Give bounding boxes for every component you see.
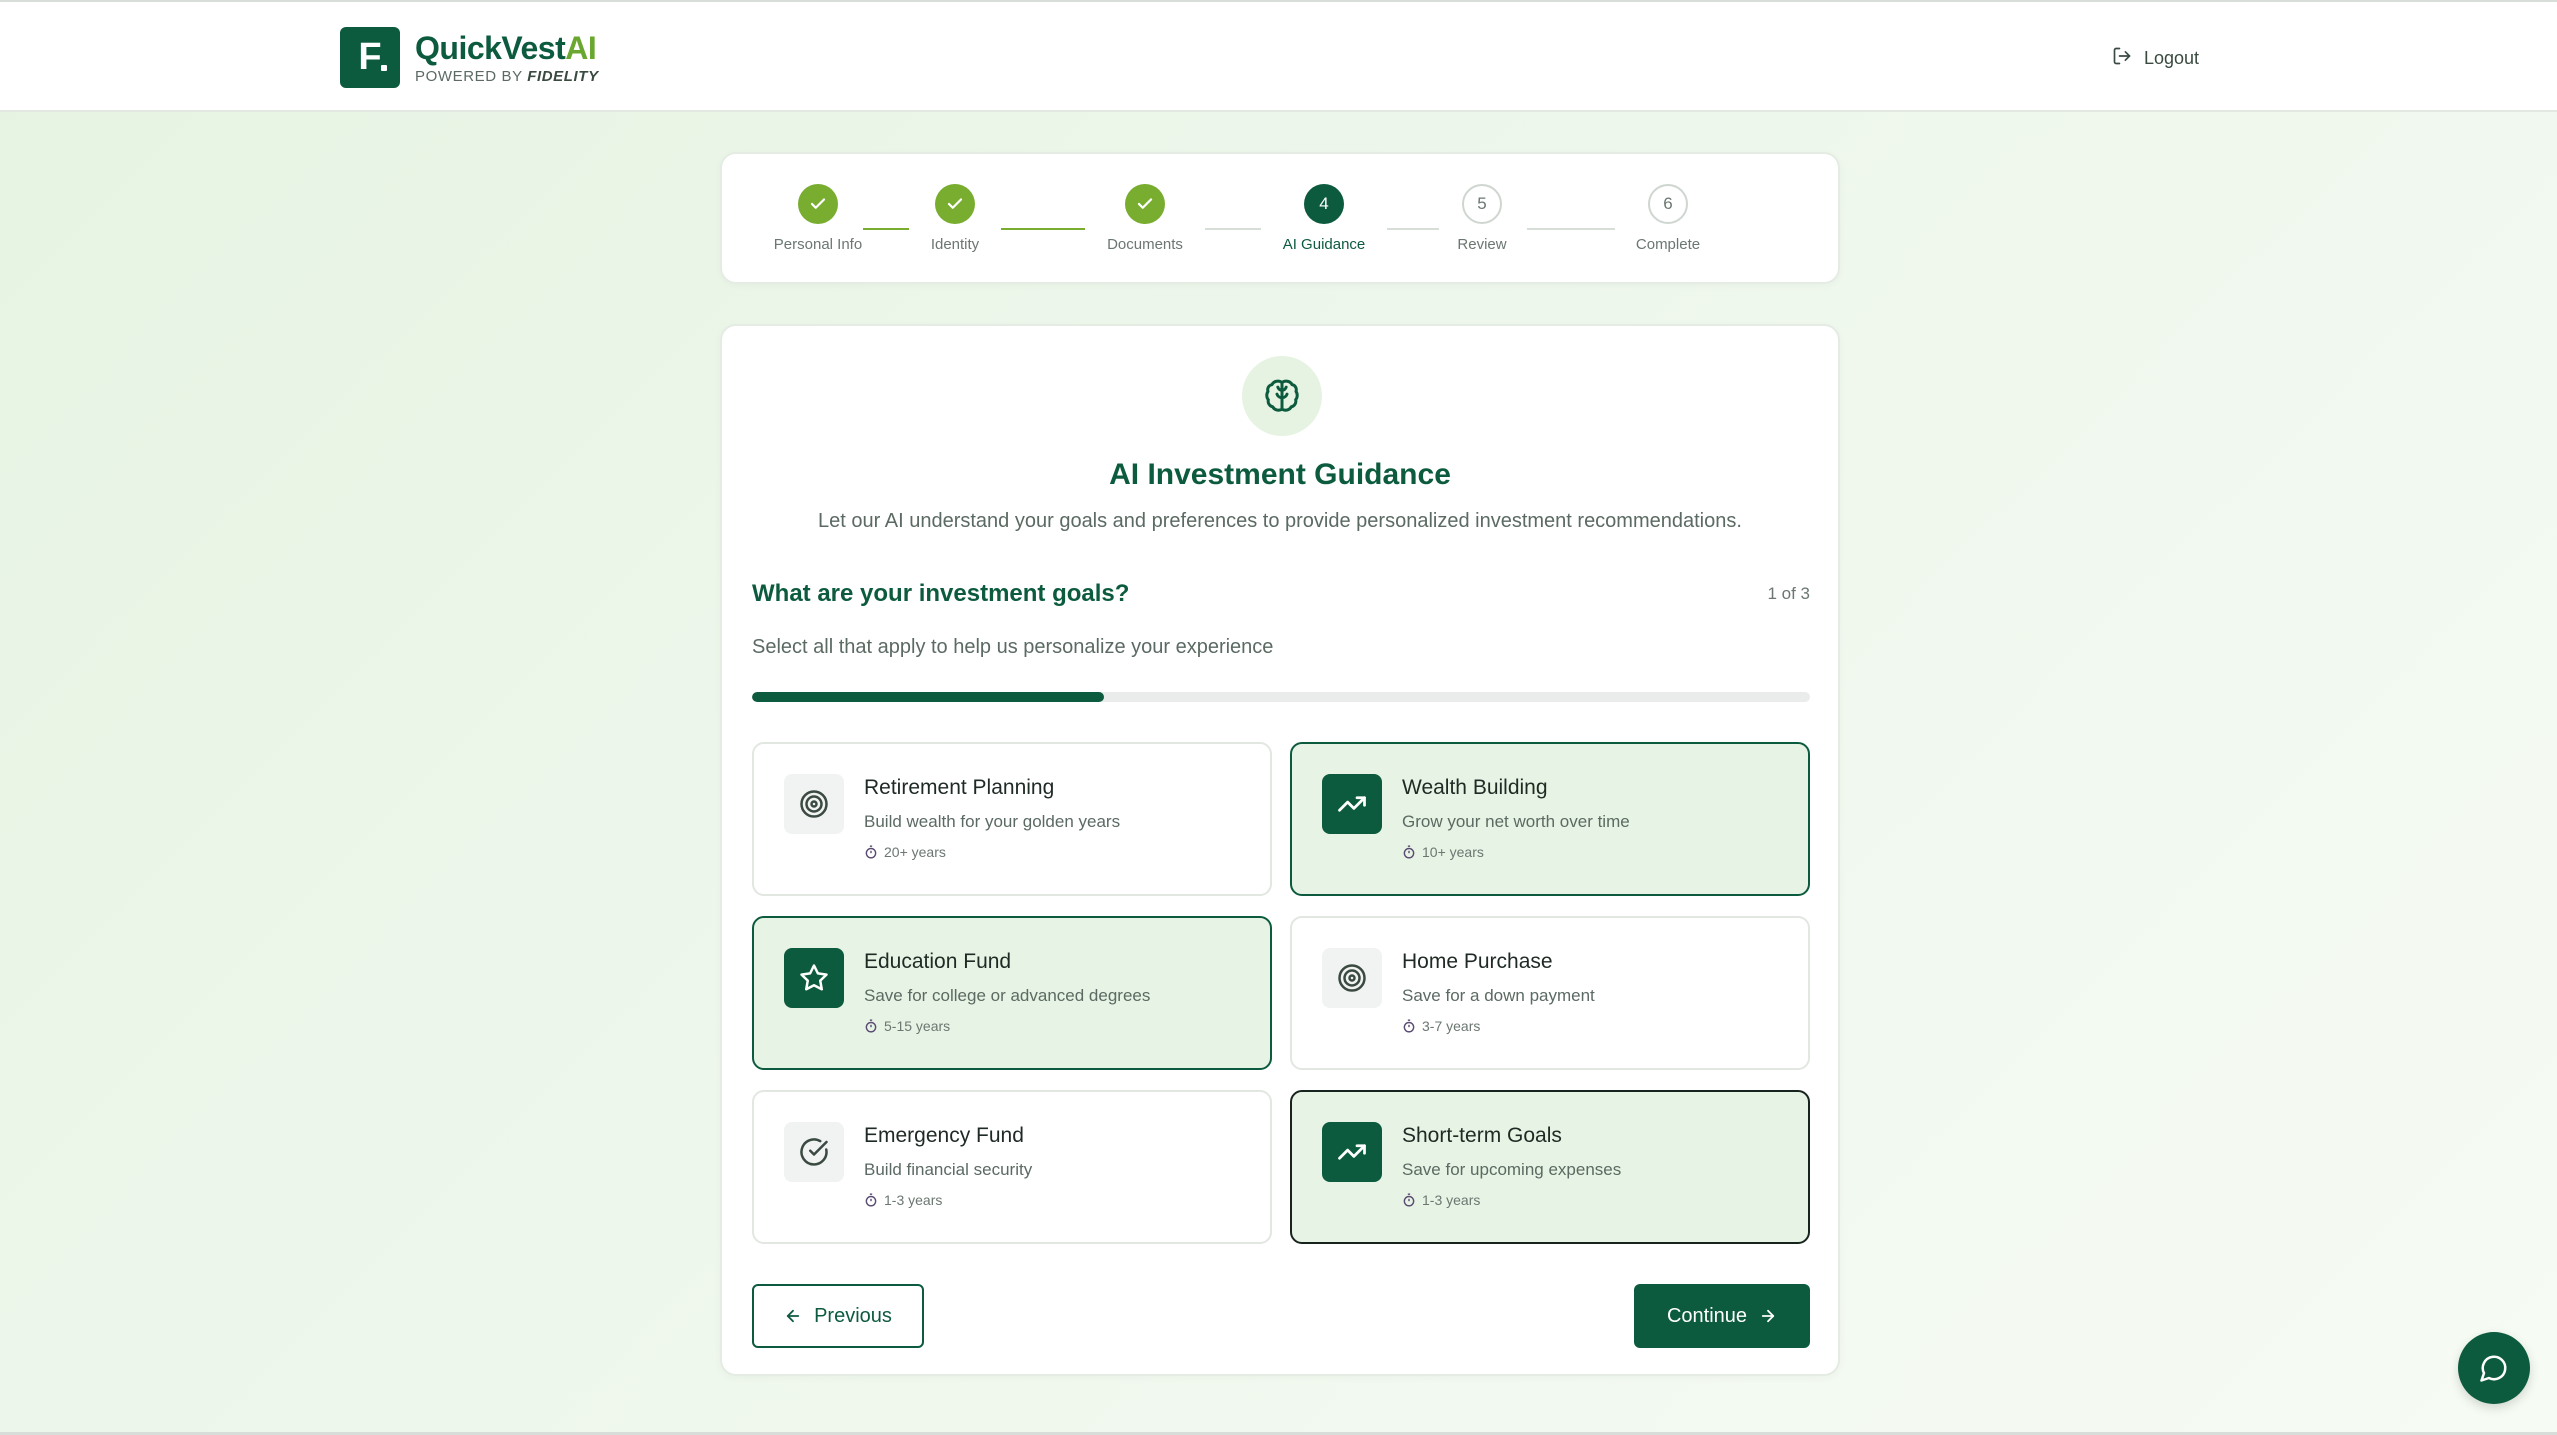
option-title: Retirement Planning — [864, 776, 1055, 799]
arrow-right-icon — [1761, 1309, 1775, 1323]
step-ai-guidance[interactable]: 4 AI Guidance — [1254, 184, 1394, 253]
step-number: 6 — [1648, 184, 1688, 224]
timer-icon — [1403, 1193, 1415, 1207]
timer-icon — [865, 1019, 877, 1033]
step-label: Personal Info — [773, 236, 863, 253]
progress-stepper: Personal Info Identity Documents 4 AI Gu… — [720, 152, 1840, 284]
brand: QuickVestAI POWERED BY FIDELITY — [415, 30, 599, 85]
option-description: Save for upcoming expenses — [1402, 1160, 1622, 1179]
goal-option-short-term[interactable]: Short-term Goals Save for upcoming expen… — [1290, 1090, 1810, 1244]
previous-label: Previous — [814, 1304, 892, 1327]
check-icon — [1125, 184, 1165, 224]
option-timeframe: 10+ years — [1402, 844, 1484, 860]
continue-label: Continue — [1666, 1304, 1748, 1327]
question-title: What are your investment goals? — [752, 580, 1130, 607]
option-description: Build wealth for your golden years — [864, 812, 1121, 831]
step-label: Complete — [1635, 236, 1701, 253]
step-personal-info[interactable]: Personal Info — [748, 184, 888, 253]
question-progress-bar — [752, 692, 1810, 702]
goal-option-wealth-building[interactable]: Wealth Building Grow your net worth over… — [1290, 742, 1810, 896]
timer-icon — [865, 845, 877, 859]
option-title: Emergency Fund — [864, 1124, 1024, 1147]
step-identity[interactable]: Identity — [885, 184, 1025, 253]
question-counter: 1 of 3 — [1767, 584, 1810, 603]
step-label: Documents — [1107, 236, 1183, 253]
ai-guidance-card: AI Investment Guidance Let our AI unders… — [720, 324, 1840, 1376]
goal-option-retirement[interactable]: Retirement Planning Build wealth for you… — [752, 742, 1272, 896]
step-documents[interactable]: Documents — [1075, 184, 1215, 253]
option-description: Save for a down payment — [1402, 986, 1595, 1005]
page-title: AI Investment Guidance — [1109, 458, 1451, 491]
option-timeframe: 20+ years — [864, 844, 946, 860]
timer-icon — [1403, 1019, 1415, 1033]
option-timeframe: 5-15 years — [864, 1018, 950, 1034]
option-title: Education Fund — [864, 950, 1012, 973]
option-description: Grow your net worth over time — [1402, 812, 1630, 831]
star-icon — [784, 948, 844, 1008]
goal-option-education[interactable]: Education Fund Save for college or advan… — [752, 916, 1272, 1070]
option-timeframe: 1-3 years — [864, 1192, 942, 1208]
logout-button[interactable]: Logout — [2112, 46, 2199, 71]
logout-icon — [2112, 46, 2132, 71]
option-title: Home Purchase — [1402, 950, 1553, 973]
option-description: Save for college or advanced degrees — [864, 986, 1151, 1005]
logout-label: Logout — [2144, 48, 2200, 68]
progress-fill — [752, 692, 1105, 702]
check-circle-icon — [784, 1122, 844, 1182]
top-navbar: F QuickVestAI POWERED BY FIDELITY Logout — [0, 0, 2557, 112]
previous-button[interactable]: Previous — [752, 1284, 924, 1348]
logo-letter: F — [358, 36, 382, 78]
brand-name: QuickVestAI — [415, 30, 597, 66]
target-icon — [784, 774, 844, 834]
timer-icon — [1403, 845, 1415, 859]
target-icon — [1322, 948, 1382, 1008]
step-review: 5 Review — [1412, 184, 1552, 253]
timer-icon — [865, 1193, 877, 1207]
check-icon — [798, 184, 838, 224]
goal-option-home-purchase[interactable]: Home Purchase Save for a down payment 3-… — [1290, 916, 1810, 1070]
page-subtitle: Let our AI understand your goals and pre… — [818, 510, 1742, 532]
step-number: 4 — [1304, 184, 1344, 224]
brain-icon — [1242, 356, 1322, 436]
check-icon — [935, 184, 975, 224]
step-label: AI Guidance — [1282, 236, 1366, 253]
arrow-left-icon — [786, 1309, 800, 1323]
trending-up-icon — [1322, 774, 1382, 834]
step-complete: 6 Complete — [1598, 184, 1738, 253]
question-help: Select all that apply to help us persona… — [752, 636, 1274, 658]
option-title: Wealth Building — [1402, 776, 1548, 799]
chat-bubble-icon — [2480, 1355, 2507, 1382]
option-timeframe: 3-7 years — [1402, 1018, 1480, 1034]
goal-option-emergency-fund[interactable]: Emergency Fund Build financial security … — [752, 1090, 1272, 1244]
continue-button[interactable]: Continue — [1634, 1284, 1810, 1348]
chat-button[interactable] — [2458, 1332, 2530, 1404]
option-description: Build financial security — [864, 1160, 1033, 1179]
brand-tagline: POWERED BY FIDELITY — [415, 68, 599, 85]
option-title: Short-term Goals — [1402, 1124, 1562, 1147]
option-timeframe: 1-3 years — [1402, 1192, 1480, 1208]
logo[interactable]: F — [340, 27, 400, 88]
step-label: Identity — [930, 236, 980, 253]
trending-up-icon — [1322, 1122, 1382, 1182]
step-label: Review — [1457, 236, 1507, 253]
step-number: 5 — [1462, 184, 1502, 224]
